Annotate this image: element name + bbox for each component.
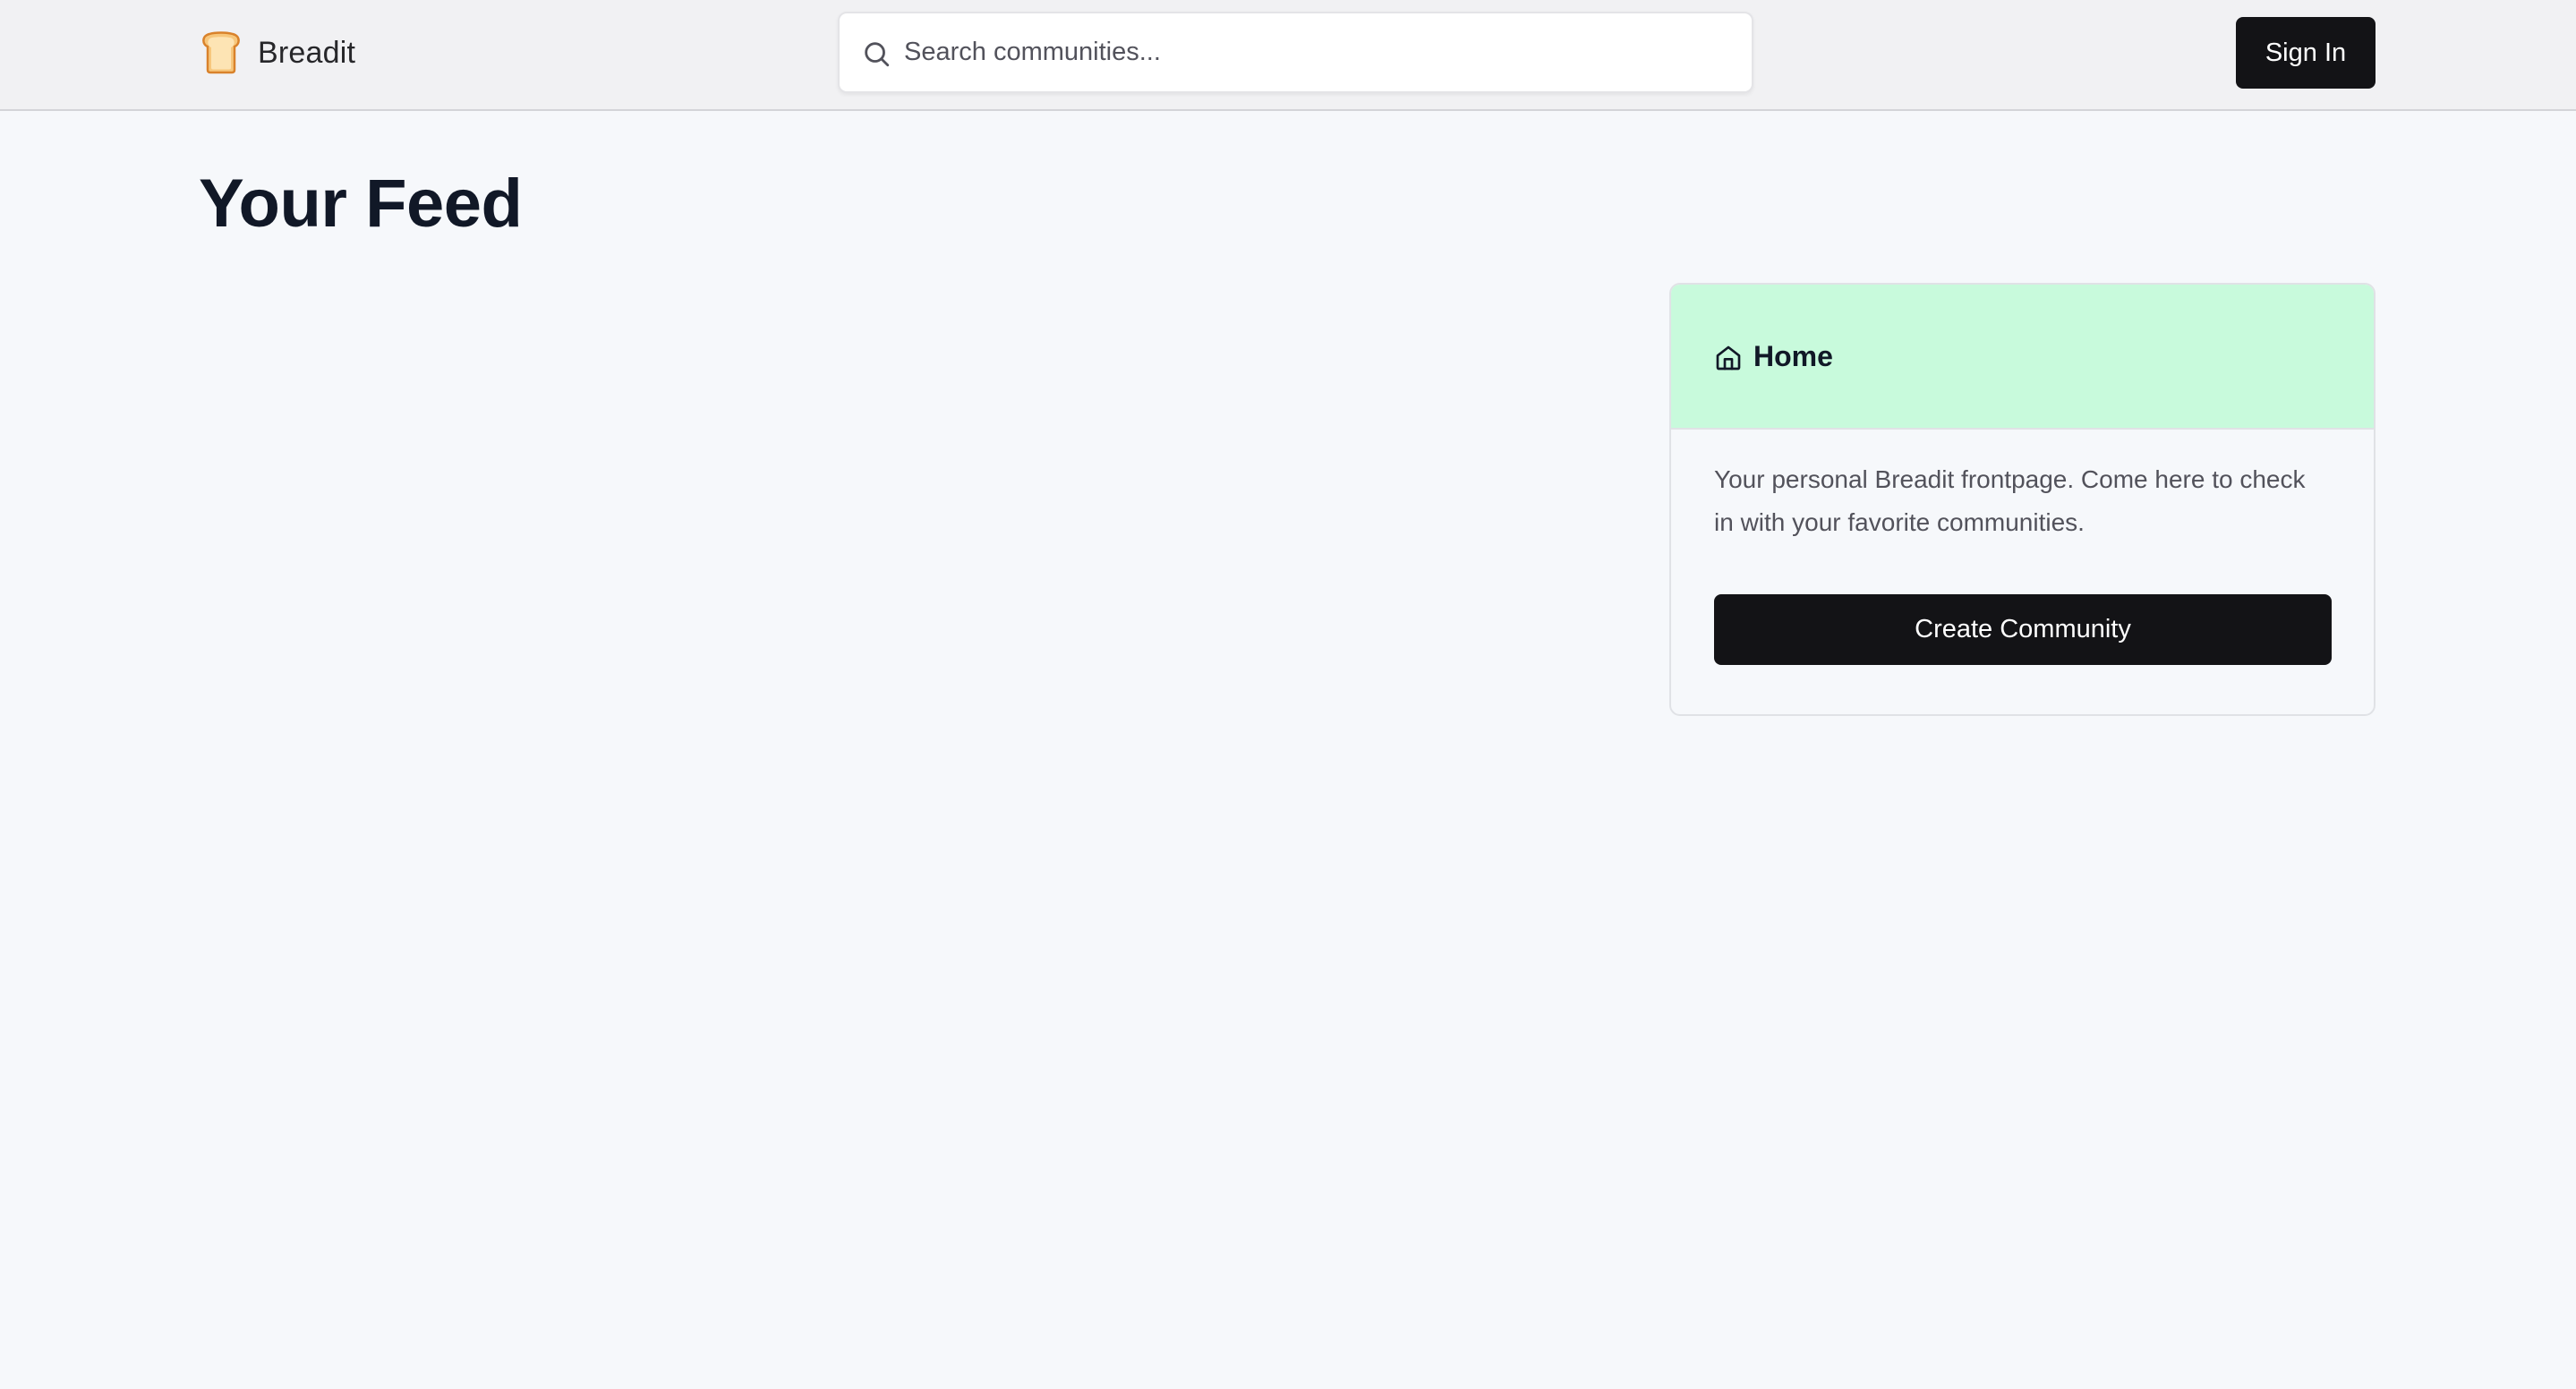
- home-card-title: Home: [1753, 340, 1833, 372]
- page-title: Your Feed: [199, 166, 523, 242]
- create-community-button[interactable]: Create Community: [1714, 594, 2332, 665]
- search-icon: [865, 42, 890, 67]
- search-box[interactable]: [838, 12, 1753, 93]
- navbar: Breadit Sign In: [0, 0, 2576, 111]
- bread-slice-icon: [202, 31, 240, 74]
- home-card: Home Your personal Breadit frontpage. Co…: [1669, 283, 2376, 716]
- home-card-description: Your personal Breadit frontpage. Come he…: [1714, 465, 2306, 536]
- brand-name: Breadit: [258, 35, 356, 70]
- home-icon: [1716, 345, 1741, 371]
- home-card-header: Home: [1671, 285, 2374, 430]
- sign-in-button[interactable]: Sign In: [2236, 17, 2376, 89]
- brand-home-link[interactable]: Breadit: [199, 29, 355, 77]
- search-input[interactable]: [904, 13, 1736, 91]
